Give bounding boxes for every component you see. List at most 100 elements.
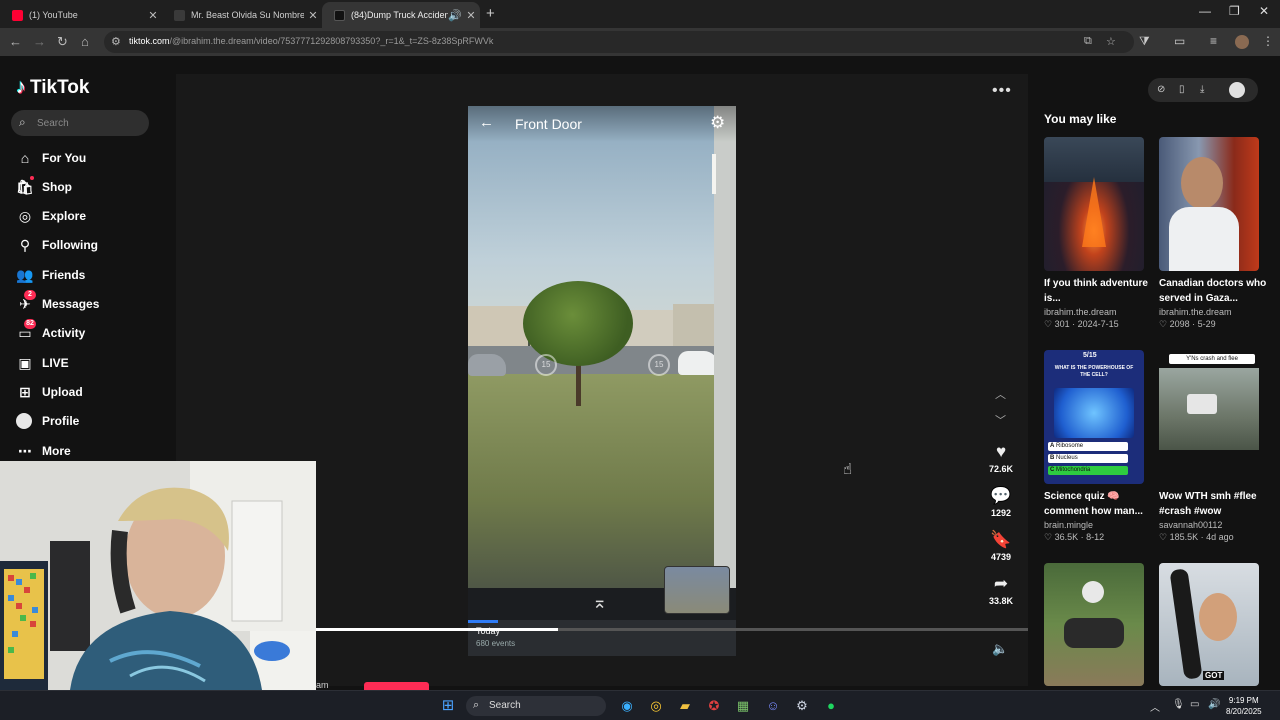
app-icon[interactable]: ✪ — [705, 697, 723, 715]
file-explorer-icon[interactable]: ▰ — [676, 697, 694, 715]
bookmark-star-icon[interactable]: ☆ — [1106, 35, 1116, 48]
mouse-cursor-icon: ☝ — [843, 461, 853, 478]
sidebar-item-profile[interactable]: Profile — [16, 410, 79, 432]
sidebar-item-activity[interactable]: ▭ 82 Activity — [16, 318, 86, 344]
sidebar-item-for-you[interactable]: ⌂ For You — [16, 147, 86, 169]
sidebar-item-explore[interactable]: ◎ Explore — [16, 205, 86, 227]
new-tab-icon[interactable]: + — [486, 5, 495, 22]
share-button[interactable]: ➦ 33.8K — [984, 574, 1018, 606]
tab-close-icon[interactable]: ✕ — [304, 9, 322, 22]
sidebar-item-messages[interactable]: ✈ 2 Messages — [16, 289, 99, 315]
app-icon[interactable]: ▦ — [734, 697, 752, 715]
heart-icon: ♡ — [1159, 319, 1168, 329]
suggested-video-card[interactable]: Y'Ns crash and flee Wow WTH smh #flee #c… — [1159, 350, 1265, 543]
camera-back-icon[interactable]: ← — [479, 114, 494, 131]
sidebar-item-label: Activity — [42, 326, 86, 340]
tiktok-logo-icon: ♪ — [16, 76, 26, 98]
media-controls-icon[interactable]: ≡ — [1210, 34, 1217, 48]
suggested-video-card[interactable]: Canadian doctors who served in Gaza... i… — [1159, 137, 1267, 330]
spotify-icon[interactable]: ● — [822, 697, 840, 715]
comment-button[interactable]: 💬 1292 — [984, 486, 1018, 518]
more-options-icon[interactable]: ••• — [992, 82, 1012, 100]
sidebar-item-shop[interactable]: 🛍 Shop — [16, 175, 72, 198]
split-view-icon[interactable]: ▭ — [1174, 34, 1185, 48]
tiktok-logo[interactable]: ♪ TikTok — [16, 76, 89, 99]
device-icon[interactable]: ▯ — [1179, 84, 1185, 95]
microphone-icon[interactable]: 🎙 — [1172, 699, 1185, 710]
close-window-icon[interactable]: ✕ — [1259, 4, 1269, 18]
discord-icon[interactable]: ☺ — [764, 697, 782, 715]
tab-audio-icon[interactable]: 🔊 — [448, 9, 462, 22]
card-title: If you think adventure is... — [1044, 278, 1148, 304]
extensions-icon[interactable]: ⧩ — [1139, 34, 1150, 49]
sidebar-item-label: More — [42, 444, 71, 458]
card-title: Canadian doctors who served in Gaza... — [1159, 278, 1267, 304]
network-icon[interactable]: ▭ — [1190, 699, 1199, 710]
camera-timeline: Today 680 events — [468, 620, 736, 656]
windows-start-icon[interactable]: ⊞ — [439, 697, 457, 715]
compass-icon: ◎ — [18, 207, 32, 224]
chevron-up-icon[interactable]: ⌅ — [592, 592, 607, 613]
volume-icon[interactable]: 🔈 — [992, 641, 1008, 657]
profile-avatar-icon[interactable] — [1235, 35, 1249, 49]
restore-icon[interactable]: ❐ — [1229, 4, 1240, 18]
suggested-video-card[interactable]: 5/15 WHAT IS THE POWERHOUSE OF THE CELL?… — [1044, 350, 1150, 543]
reload-icon[interactable]: ↻ — [57, 34, 68, 50]
seek-forward-icon[interactable]: 15 — [648, 354, 670, 376]
creator-tools-icon[interactable]: ⊘ — [1157, 84, 1165, 95]
speaker-icon[interactable]: 🔊 — [1208, 699, 1220, 710]
follow-button[interactable] — [364, 682, 429, 690]
sidebar-item-friends[interactable]: 👥 Friends — [16, 264, 85, 286]
browser-menu-icon[interactable]: ⋮ — [1262, 34, 1274, 48]
user-avatar[interactable] — [1229, 82, 1245, 98]
comment-icon: 💬 — [990, 486, 1012, 505]
previous-video-icon[interactable]: ︿ — [995, 386, 1006, 402]
download-icon[interactable]: ⤓ — [1200, 84, 1204, 95]
suggested-video-card[interactable]: If you think adventure is... ibrahim.the… — [1044, 137, 1150, 330]
save-button[interactable]: 🔖 4739 — [984, 530, 1018, 562]
suggested-video-card[interactable]: GOT — [1159, 563, 1265, 686]
chrome-icon[interactable]: ◎ — [647, 697, 665, 715]
sidebar-item-more[interactable]: ⋯ More — [16, 440, 71, 462]
tray-expand-icon[interactable]: ︿ — [1150, 699, 1160, 714]
tiktok-favicon-icon — [174, 9, 185, 21]
sidebar-item-live[interactable]: ▣ LIVE — [16, 352, 68, 374]
like-button[interactable]: ♥ 72.6K — [984, 442, 1018, 474]
sidebar-item-upload[interactable]: ⊞ Upload — [16, 381, 83, 403]
comment-count: 1292 — [990, 508, 1012, 518]
tab-youtube[interactable]: (1) YouTube ✕ — [0, 2, 162, 28]
install-app-icon[interactable]: ⧉ — [1084, 35, 1092, 48]
search-input[interactable] — [37, 115, 142, 131]
next-video-icon[interactable]: ﹀ — [995, 412, 1006, 428]
steam-icon[interactable]: ⚙ — [793, 697, 811, 715]
video-progress-bar[interactable] — [316, 628, 1028, 631]
sidebar-item-label: Explore — [42, 209, 87, 223]
tab-close-icon[interactable]: ✕ — [144, 9, 162, 22]
tab-dump-truck[interactable]: (84)Dump Truck Accident in 🔊 ✕ — [322, 2, 480, 28]
home-icon[interactable]: ⌂ — [81, 34, 89, 49]
site-info-icon[interactable]: ⚙ — [111, 35, 121, 48]
sidebar-search[interactable]: ⌕ — [11, 110, 149, 136]
camera-event-thumbnail[interactable] — [664, 566, 730, 614]
shop-icon: 🛍 — [16, 175, 34, 196]
author-name-partial[interactable]: am — [316, 680, 329, 690]
suggested-video-card[interactable] — [1044, 563, 1150, 686]
taskbar-clock[interactable]: 9:19 PM 8/20/2025 — [1226, 695, 1262, 717]
camera-header — [468, 106, 736, 142]
quiz-option: Ribosome — [1056, 443, 1084, 449]
taskbar-search[interactable]: ⌕ Search — [466, 696, 606, 716]
minimize-icon[interactable]: — — [1199, 4, 1211, 18]
back-icon[interactable]: ← — [9, 34, 22, 49]
following-icon: ⚲ — [19, 236, 31, 253]
tab-mrbeast[interactable]: Mr. Beast Olvida Su Nombre De ✕ — [162, 2, 322, 28]
url-text: tiktok.com/@ibrahim.the.dream/video/7537… — [129, 36, 494, 46]
seek-back-icon[interactable]: 15 — [535, 354, 557, 376]
forward-icon[interactable]: → — [33, 34, 46, 49]
edge-icon[interactable]: ◉ — [618, 697, 636, 715]
tab-close-icon[interactable]: ✕ — [462, 9, 480, 22]
camera-settings-icon[interactable]: ⚙ — [710, 113, 725, 133]
video-player[interactable]: 15 15 ← Front Door ⚙ ⌅ Today 680 events — [468, 106, 736, 656]
sidebar-item-following[interactable]: ⚲ Following — [16, 234, 98, 256]
address-bar[interactable]: ⚙ tiktok.com/@ibrahim.the.dream/video/75… — [104, 31, 1134, 53]
quiz-option: Mitochondria — [1056, 467, 1091, 473]
